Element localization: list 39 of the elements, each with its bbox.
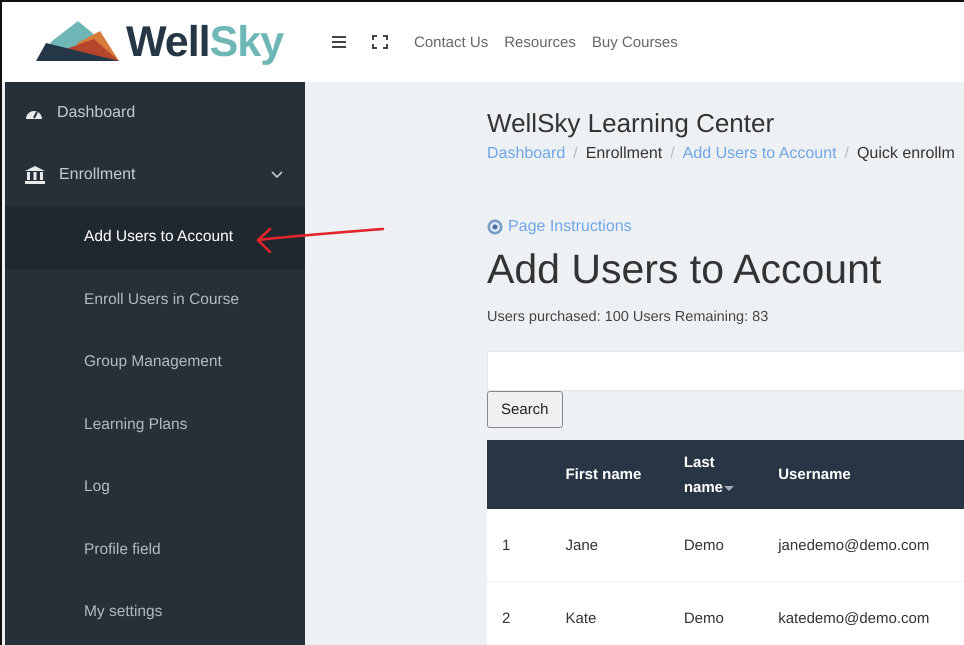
table-cell: Demo <box>684 610 724 626</box>
sidebar-subitem[interactable]: Log <box>5 456 305 518</box>
table-cell: 1 <box>502 536 510 554</box>
breadcrumb-text: Enrollment <box>586 145 662 163</box>
bank-icon <box>25 166 45 184</box>
column-header[interactable]: Username <box>778 462 851 487</box>
fullscreen-icon[interactable] <box>372 35 388 49</box>
sidebar-item[interactable]: Enrollment <box>5 144 305 206</box>
user-count-summary: Users purchased: 100 Users Remaining: 83 <box>487 309 770 325</box>
help-icon <box>487 219 503 235</box>
breadcrumb-separator: / <box>844 145 849 163</box>
search-field[interactable] <box>487 351 964 391</box>
breadcrumb-separator: / <box>573 145 578 163</box>
breadcrumb-separator: / <box>670 145 675 163</box>
table-cell: 2 <box>502 610 510 626</box>
sidebar-item-label: Dashboard <box>57 104 136 122</box>
nav-link[interactable]: Buy Courses <box>592 34 678 50</box>
sidebar-subitem[interactable]: My settings <box>5 581 305 644</box>
nav-link[interactable]: Contact Us <box>414 34 488 50</box>
sidebar-subitem[interactable]: Enroll Users in Course <box>5 268 305 331</box>
table-cell: Jane <box>565 536 598 554</box>
page-heading: Add Users to Account <box>487 246 882 293</box>
table-cell: Kate <box>565 610 596 626</box>
table-cell: janedemo@demo.com <box>778 536 930 554</box>
search-button[interactable]: Search <box>487 391 563 428</box>
logo-wordmark: WellSky <box>126 18 284 66</box>
menu-icon[interactable] <box>332 36 346 48</box>
site-title: WellSky Learning Center <box>487 108 776 139</box>
table-cell: Demo <box>684 536 724 554</box>
breadcrumb-text: Quick enrollm <box>856 145 955 163</box>
sidebar-item-label: Enrollment <box>59 166 136 184</box>
sidebar-item[interactable]: Dashboard <box>5 82 305 144</box>
nav-link[interactable]: Resources <box>504 34 576 50</box>
mountain-logo-icon <box>36 21 120 63</box>
sidebar-subitem[interactable]: Profile field <box>5 518 305 581</box>
sidebar-subitem[interactable]: Group Management <box>5 331 305 394</box>
table-cell: katedemo@demo.com <box>778 610 930 626</box>
sidebar-subitem[interactable]: Add Users to Account <box>5 206 305 268</box>
sidebar-subitem[interactable]: Learning Plans <box>5 394 305 456</box>
